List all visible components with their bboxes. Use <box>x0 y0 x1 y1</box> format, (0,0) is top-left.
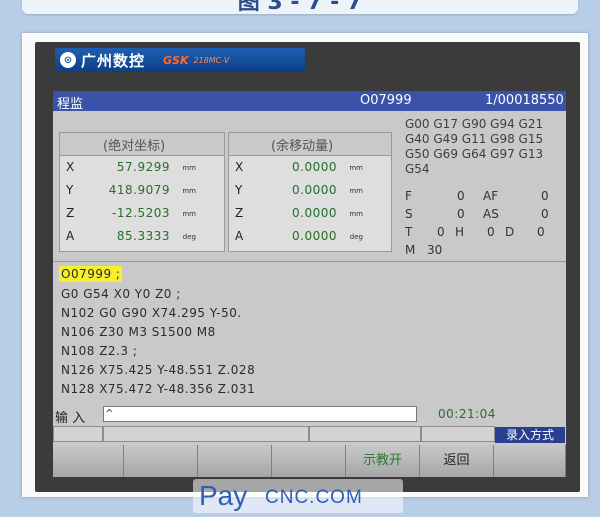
tool-status: T 0 H 0 D 0 <box>405 225 545 239</box>
absolute-y-value: 418.9079 <box>108 183 170 197</box>
status-row <box>53 426 566 443</box>
feed-status: F 0 AF 0 <box>405 189 549 203</box>
status-cell <box>103 426 309 442</box>
brand-name: 广州数控 <box>81 51 146 70</box>
block-counter: 1/00018550 <box>485 93 564 108</box>
softkey-3[interactable] <box>198 445 272 477</box>
title-bar: 程监 O07999 1/00018550 <box>53 91 566 112</box>
remaining-a-value: 0.0000 <box>292 229 337 243</box>
mode-indicator: 录入方式 <box>495 427 565 443</box>
cnc-screen: 程监 O07999 1/00018550 (绝对坐标) X 57.9299 mm… <box>53 91 566 477</box>
softkey-2[interactable] <box>124 445 198 477</box>
input-row: 输 入 ^ 00:21:04 <box>53 406 566 426</box>
gcode-line: G00 G17 G90 G94 G21 <box>405 117 544 131</box>
teach-on-softkey[interactable]: 示教开 <box>346 445 420 477</box>
brand-model: 218MC-V <box>193 55 230 65</box>
status-cell <box>421 426 495 442</box>
absolute-z-value: -12.5203 <box>112 206 170 220</box>
watermark-pay: Pay <box>199 480 248 511</box>
top-caption-card: 图 3 - 7 - 7 <box>22 0 578 14</box>
remaining-row-a: A 0.0000 deg <box>235 229 363 243</box>
softkey-7[interactable] <box>494 445 566 477</box>
watermark-logo: Pay CNC.COM <box>193 479 403 513</box>
gcode-line: G54 <box>405 162 430 176</box>
remaining-panel: X 0.0000 mm Y 0.0000 mm Z 0.0000 mm A 0.… <box>228 132 392 252</box>
absolute-row-z: Z -12.5203 mm <box>66 206 196 220</box>
gsk-circle-logo-icon: ⊙ <box>60 52 76 68</box>
command-input[interactable]: ^ <box>103 406 417 422</box>
status-cell <box>53 426 103 442</box>
softkey-bar: 示教开 返回 <box>53 445 566 477</box>
absolute-a-value: 85.3333 <box>116 229 170 243</box>
gcode-line: G50 G69 G64 G97 G13 <box>405 147 544 161</box>
absolute-x-value: 57.9299 <box>116 160 170 174</box>
program-number: O07999 <box>360 93 412 108</box>
modal-gcodes: G00 G17 G90 G94 G21 G40 G49 G11 G98 G15 … <box>405 117 565 177</box>
program-line: N106 Z30 M3 S1500 M8 <box>61 325 216 339</box>
brand-gsk: GSK <box>163 53 189 67</box>
absolute-panel: X 57.9299 mm Y 418.9079 mm Z -12.5203 mm… <box>59 132 225 252</box>
top-caption-text: 图 3 - 7 - 7 <box>237 0 363 14</box>
softkey-4[interactable] <box>272 445 346 477</box>
mode-title: 程监 <box>57 97 84 112</box>
program-listing: O07999 ; G0 G54 X0 Y0 Z0 ; N102 G0 G90 X… <box>53 261 566 416</box>
absolute-row-x: X 57.9299 mm <box>66 160 196 174</box>
clock: 00:21:04 <box>438 407 496 421</box>
program-line: N102 G0 G90 X74.295 Y-50. <box>61 306 242 320</box>
remaining-z-value: 0.0000 <box>292 206 337 220</box>
watermark-cnc: CNC.COM <box>265 487 363 508</box>
gcode-line: G40 G49 G11 G98 G15 <box>405 132 544 146</box>
remaining-y-value: 0.0000 <box>292 183 337 197</box>
input-label: 输 入 <box>55 411 86 426</box>
program-line: N126 X75.425 Y-48.551 Z.028 <box>61 363 256 377</box>
remaining-x-value: 0.0000 <box>292 160 337 174</box>
return-softkey[interactable]: 返回 <box>420 445 494 477</box>
softkey-1[interactable] <box>53 445 124 477</box>
program-line: N108 Z2.3 ; <box>61 344 138 358</box>
brand-strip: ⊙ 广州数控 GSK 218MC-V <box>55 48 305 72</box>
status-cell <box>309 426 421 442</box>
absolute-row-y: Y 418.9079 mm <box>66 183 196 197</box>
remaining-row-x: X 0.0000 mm <box>235 160 363 174</box>
remaining-row-y: Y 0.0000 mm <box>235 183 363 197</box>
remaining-row-z: Z 0.0000 mm <box>235 206 363 220</box>
program-line-current: O07999 ; <box>59 266 123 282</box>
m-code-status: M 30 <box>405 243 443 257</box>
program-line: G0 G54 X0 Y0 Z0 ; <box>61 287 181 301</box>
absolute-row-a: A 85.3333 deg <box>66 229 196 243</box>
spindle-status: S 0 AS 0 <box>405 207 549 221</box>
program-line: N128 X75.472 Y-48.356 Z.031 <box>61 382 256 396</box>
